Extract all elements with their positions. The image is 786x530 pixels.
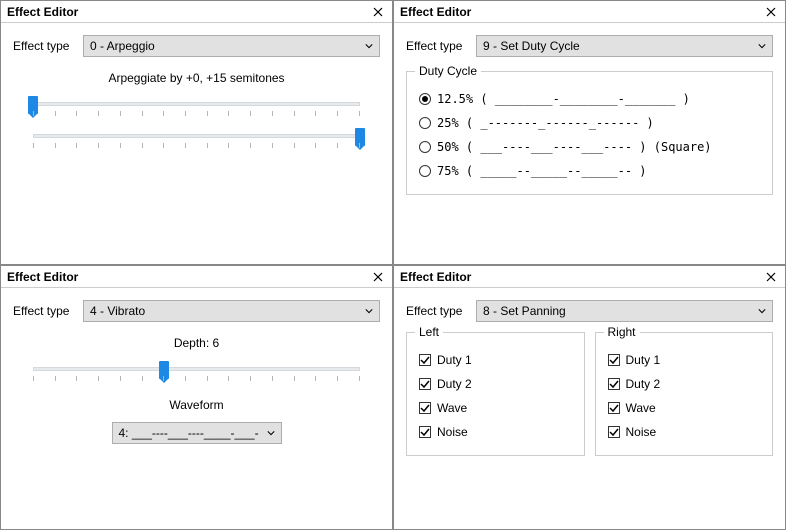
effect-type-value: 9 - Set Duty Cycle: [483, 39, 580, 53]
arpeggio-slider-2[interactable]: [33, 127, 360, 151]
waveform-label: Waveform: [13, 398, 380, 412]
duty-option-label: 25% ( _-------_------_------ ): [437, 116, 654, 130]
effect-type-label: Effect type: [13, 39, 83, 53]
effect-type-select[interactable]: 9 - Set Duty Cycle: [476, 35, 773, 57]
radio-icon: [419, 165, 431, 177]
window-title: Effect Editor: [400, 5, 471, 19]
panning-right-duty-2[interactable]: Duty 2: [608, 377, 761, 391]
close-button[interactable]: [763, 4, 779, 20]
panning-right-wave[interactable]: Wave: [608, 401, 761, 415]
duty-option-1[interactable]: 25% ( _-------_------_------ ): [419, 116, 760, 130]
chevron-down-icon: [267, 426, 275, 440]
depth-label: Depth: 6: [13, 336, 380, 350]
checkbox-label: Duty 2: [437, 377, 472, 391]
window-title: Effect Editor: [400, 270, 471, 284]
checkbox-label: Wave: [437, 401, 467, 415]
checkbox-icon: [419, 378, 431, 390]
effect-type-value: 8 - Set Panning: [483, 304, 566, 318]
checkbox-icon: [608, 378, 620, 390]
panel-panning: Effect Editor Effect type 8 - Set Pannin…: [393, 265, 786, 530]
effect-type-value: 0 - Arpeggio: [90, 39, 155, 53]
close-icon: [766, 7, 776, 17]
titlebar: Effect Editor: [1, 1, 392, 23]
group-legend: Duty Cycle: [415, 64, 481, 78]
effect-type-select[interactable]: 0 - Arpeggio: [83, 35, 380, 57]
chevron-down-icon: [758, 39, 766, 53]
titlebar: Effect Editor: [394, 1, 785, 23]
panel-arpeggio: Effect Editor Effect type 0 - Arpeggio A…: [0, 0, 393, 265]
arpeggio-description: Arpeggiate by +0, +15 semitones: [13, 71, 380, 85]
checkbox-label: Duty 1: [437, 353, 472, 367]
titlebar: Effect Editor: [1, 266, 392, 288]
effect-type-select[interactable]: 8 - Set Panning: [476, 300, 773, 322]
duty-option-label: 75% ( _____--_____--_____-- ): [437, 164, 647, 178]
radio-icon: [419, 117, 431, 129]
checkbox-label: Noise: [437, 425, 468, 439]
checkbox-label: Noise: [626, 425, 657, 439]
duty-option-2[interactable]: 50% ( ___----___----___---- ) (Square): [419, 140, 760, 154]
waveform-select[interactable]: 4: ___----___----____-___-: [112, 422, 282, 444]
waveform-value: 4: ___----___----____-___-: [119, 426, 259, 440]
duty-option-label: 12.5% ( ________-________-_______ ): [437, 92, 690, 106]
chevron-down-icon: [758, 304, 766, 318]
window-title: Effect Editor: [7, 5, 78, 19]
close-button[interactable]: [370, 269, 386, 285]
arpeggio-slider-1[interactable]: [33, 95, 360, 119]
checkbox-icon: [608, 354, 620, 366]
checkbox-label: Wave: [626, 401, 656, 415]
close-icon: [766, 272, 776, 282]
panning-left-group: Left Duty 1Duty 2WaveNoise: [406, 332, 585, 456]
chevron-down-icon: [365, 39, 373, 53]
effect-type-label: Effect type: [406, 304, 476, 318]
panel-vibrato: Effect Editor Effect type 4 - Vibrato De…: [0, 265, 393, 530]
checkbox-icon: [419, 402, 431, 414]
checkbox-icon: [608, 402, 620, 414]
vibrato-depth-slider[interactable]: [33, 360, 360, 384]
effect-type-select[interactable]: 4 - Vibrato: [83, 300, 380, 322]
effect-type-label: Effect type: [13, 304, 83, 318]
duty-cycle-group: Duty Cycle 12.5% ( ________-________-___…: [406, 71, 773, 195]
duty-option-label: 50% ( ___----___----___---- ) (Square): [437, 140, 712, 154]
panning-right-duty-1[interactable]: Duty 1: [608, 353, 761, 367]
close-button[interactable]: [763, 269, 779, 285]
close-button[interactable]: [370, 4, 386, 20]
close-icon: [373, 7, 383, 17]
radio-icon: [419, 141, 431, 153]
chevron-down-icon: [365, 304, 373, 318]
window-title: Effect Editor: [7, 270, 78, 284]
effect-type-value: 4 - Vibrato: [90, 304, 145, 318]
duty-option-0[interactable]: 12.5% ( ________-________-_______ ): [419, 92, 760, 106]
panning-left-duty-1[interactable]: Duty 1: [419, 353, 572, 367]
panning-right-noise[interactable]: Noise: [608, 425, 761, 439]
group-legend-right: Right: [604, 325, 640, 339]
checkbox-icon: [608, 426, 620, 438]
checkbox-label: Duty 1: [626, 353, 661, 367]
panning-left-duty-2[interactable]: Duty 2: [419, 377, 572, 391]
group-legend-left: Left: [415, 325, 443, 339]
panel-duty-cycle: Effect Editor Effect type 9 - Set Duty C…: [393, 0, 786, 265]
titlebar: Effect Editor: [394, 266, 785, 288]
radio-icon: [419, 93, 431, 105]
duty-option-3[interactable]: 75% ( _____--_____--_____-- ): [419, 164, 760, 178]
panning-right-group: Right Duty 1Duty 2WaveNoise: [595, 332, 774, 456]
checkbox-icon: [419, 426, 431, 438]
panning-left-noise[interactable]: Noise: [419, 425, 572, 439]
panning-left-wave[interactable]: Wave: [419, 401, 572, 415]
checkbox-icon: [419, 354, 431, 366]
effect-type-label: Effect type: [406, 39, 476, 53]
close-icon: [373, 272, 383, 282]
checkbox-label: Duty 2: [626, 377, 661, 391]
